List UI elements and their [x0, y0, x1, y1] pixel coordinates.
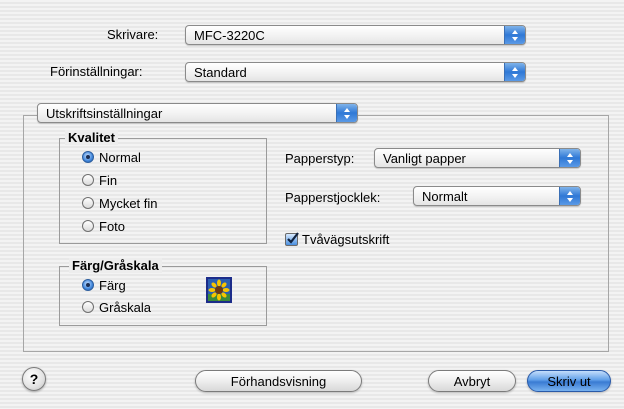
- popup-arrows-icon: [336, 104, 357, 122]
- quality-option-mycket-fin[interactable]: Mycket fin: [82, 195, 158, 211]
- section-value: Utskriftsinställningar: [46, 106, 163, 121]
- quality-option-fin[interactable]: Fin: [82, 172, 117, 188]
- section-popup[interactable]: Utskriftsinställningar: [37, 103, 358, 123]
- radio-selected-icon: [82, 279, 94, 291]
- printer-value: MFC-3220C: [194, 28, 265, 43]
- popup-arrows-icon: [504, 26, 525, 44]
- paper-thickness-label: Papperstjocklek:: [285, 190, 381, 205]
- popup-arrows-icon: [504, 63, 525, 81]
- print-label: Skriv ut: [547, 373, 591, 389]
- popup-arrows-icon: [559, 187, 580, 205]
- printer-popup[interactable]: MFC-3220C: [185, 25, 526, 45]
- print-button[interactable]: Skriv ut: [527, 370, 611, 392]
- quality-option-foto[interactable]: Foto: [82, 218, 125, 234]
- help-button[interactable]: ?: [22, 367, 46, 391]
- cancel-button[interactable]: Avbryt: [428, 370, 516, 392]
- radio-icon: [82, 197, 94, 209]
- paper-type-popup[interactable]: Vanligt papper: [374, 148, 581, 168]
- preview-label: Förhandsvisning: [230, 373, 327, 389]
- checkmark-icon: [285, 232, 299, 246]
- presets-popup[interactable]: Standard: [185, 62, 526, 82]
- radio-selected-icon: [82, 151, 94, 163]
- sunflower-color-icon: [206, 277, 232, 303]
- duplex-checkbox[interactable]: Tvåvägsutskrift: [285, 232, 389, 247]
- presets-label: Förinställningar:: [50, 64, 143, 79]
- preview-button[interactable]: Förhandsvisning: [195, 370, 362, 392]
- popup-arrows-icon: [559, 149, 580, 167]
- quality-option-label: Mycket fin: [99, 195, 158, 211]
- color-option-label: Gråskala: [99, 299, 152, 315]
- quality-option-label: Foto: [99, 218, 126, 234]
- color-group: [59, 266, 267, 326]
- quality-option-normal[interactable]: Normal: [82, 149, 141, 165]
- duplex-label: Tvåvägsutskrift: [302, 232, 390, 247]
- color-option-farg[interactable]: Färg: [82, 277, 126, 293]
- printer-label: Skrivare:: [107, 27, 159, 42]
- presets-value: Standard: [194, 65, 247, 80]
- paper-type-value: Vanligt papper: [383, 151, 466, 166]
- radio-icon: [82, 174, 94, 186]
- paper-thickness-value: Normalt: [422, 189, 468, 204]
- radio-icon: [82, 220, 94, 232]
- help-label: ?: [29, 371, 39, 387]
- cancel-label: Avbryt: [453, 373, 491, 389]
- color-option-label: Färg: [99, 277, 126, 293]
- paper-thickness-popup[interactable]: Normalt: [413, 186, 581, 206]
- color-title: Färg/Gråskala: [69, 258, 162, 273]
- quality-title: Kvalitet: [65, 130, 118, 145]
- quality-option-label: Fin: [99, 172, 118, 188]
- quality-option-label: Normal: [99, 149, 141, 165]
- radio-icon: [82, 301, 94, 313]
- paper-type-label: Papperstyp:: [285, 151, 355, 166]
- color-option-graskala[interactable]: Gråskala: [82, 299, 151, 315]
